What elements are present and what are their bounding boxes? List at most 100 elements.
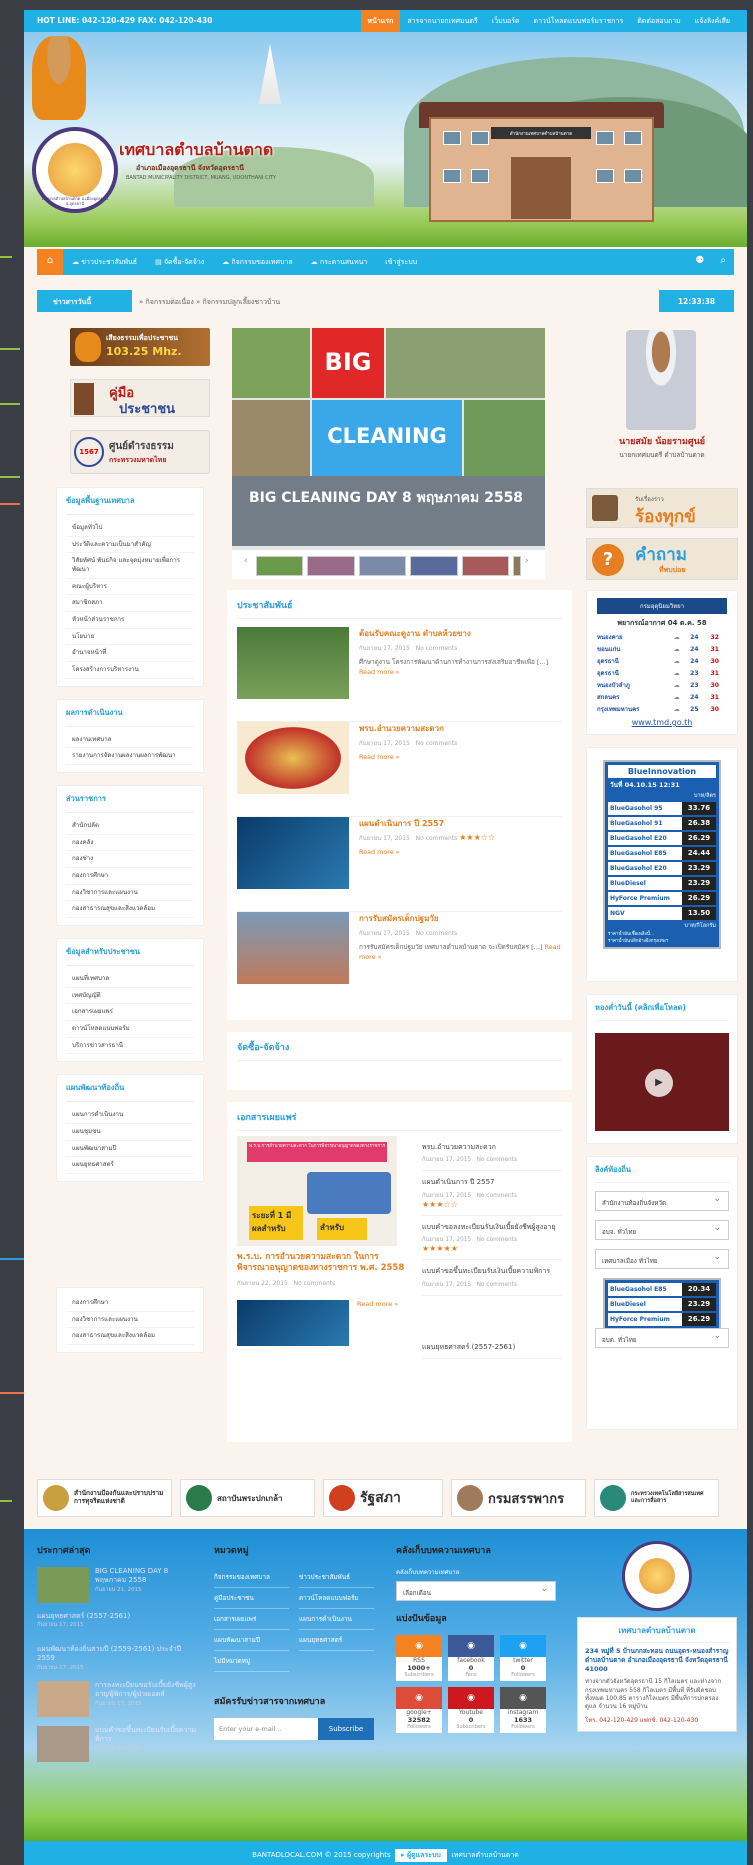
link-select-pao[interactable]: อบจ. ทั่วไทย	[595, 1220, 729, 1240]
nav-login[interactable]: เข้าสู่ระบบ	[376, 249, 426, 275]
category-link[interactable]: กิจกรรมของเทศบาล	[214, 1567, 289, 1588]
social-instagram[interactable]: ◉ instagram 1633 Followers	[500, 1687, 546, 1733]
list-item[interactable]: กองคลัง	[66, 835, 194, 852]
list-item[interactable]: แผนการดำเนินงาน	[66, 1107, 194, 1125]
slider-thumb[interactable]	[256, 556, 304, 576]
faq-banner[interactable]: ? คำถาม ที่พบบ่อย	[586, 538, 738, 580]
slider-thumb[interactable]	[513, 556, 522, 576]
list-item[interactable]: กองสาธารณสุขและสิ่งแวดล้อม	[66, 1328, 194, 1346]
list-item[interactable]: กองการศึกษา	[66, 1295, 194, 1312]
post-thumbnail[interactable]	[237, 722, 349, 794]
list-item[interactable]: แบบคำขอขึ้นทะเบียนรับเบี้ยความพิการ กันยา…	[37, 1725, 197, 1762]
top-menu-home[interactable]: หน้าแรก	[360, 10, 401, 32]
video-player[interactable]: ▶	[595, 1033, 729, 1131]
chevron-left-icon[interactable]: ‹	[244, 556, 252, 576]
list-item[interactable]: แผนชุมชน	[66, 1124, 194, 1141]
top-menu-webboard[interactable]: เว็บบอร์ด	[485, 10, 527, 32]
partner-ict[interactable]: กระทรวงเทคโนโลยีสารสนเทศและการสื่อสาร	[594, 1479, 719, 1517]
list-item[interactable]: กองวิชาการและแผนงาน	[66, 1312, 194, 1329]
list-item[interactable]: สมาชิกสภา	[66, 595, 194, 613]
document-title[interactable]: พ.ร.บ. การอำนวยความสะดวก ในการพิจารณาอนุ…	[237, 1252, 407, 1274]
nav-forum[interactable]: ☁ กระดานสนทนา	[302, 249, 377, 275]
list-item[interactable]: แผนยุทธศาสตร์ (2557-2561) กันยายน 17, 201…	[37, 1612, 197, 1636]
top-menu-mayor-message[interactable]: สารจากนายกเทศมนตรี	[400, 10, 484, 32]
list-item[interactable]: แผนดำเนินการ ปี 2557 กันยายน 17, 2015 No …	[422, 1171, 562, 1216]
list-item[interactable]: แผนพัฒนาท้องถิ่นสามปี (2559-2561) ประจำป…	[37, 1645, 197, 1672]
search-icon[interactable]: ⌕	[712, 249, 734, 275]
partner-nacc[interactable]: สำนักงานป้องกันและปราบปราม การทุจริตแห่ง…	[37, 1479, 172, 1517]
admin-button[interactable]: ▸ ผู้ดูแลระบบ	[395, 1849, 447, 1862]
list-item[interactable]: กองสาธารณสุขและสิ่งแวดล้อม	[66, 901, 194, 919]
list-item[interactable]: แผนที่เทศบาล	[66, 971, 194, 988]
archive-select[interactable]: เลือกเดือน	[396, 1581, 556, 1601]
weather-link[interactable]: www.tmd.go.th	[595, 718, 729, 727]
nav-news[interactable]: ☁ ข่าวประชาสัมพันธ์	[63, 249, 146, 275]
slider-thumb[interactable]	[307, 556, 355, 576]
slider-thumb[interactable]	[461, 556, 510, 576]
list-item[interactable]: แผนยุทธศาสตร์	[66, 1157, 194, 1175]
partner-kpi[interactable]: สถาบันพระปกเกล้า	[180, 1479, 315, 1517]
category-link[interactable]: แผนพัฒนาสามปี	[214, 1630, 289, 1651]
category-link[interactable]: ไม่มีหมวดหมู่	[214, 1651, 289, 1672]
list-item[interactable]: กองช่าง	[66, 851, 194, 869]
user-icon[interactable]: ⚉	[687, 249, 712, 275]
read-more-link[interactable]: Read more »	[357, 1300, 398, 1346]
play-icon[interactable]: ▶	[645, 1069, 673, 1097]
category-link[interactable]: เอกสารเผยแพร่	[214, 1609, 289, 1630]
list-item[interactable]: หัวหน้าส่วนราชการ	[66, 612, 194, 629]
post-thumbnail[interactable]	[237, 817, 349, 889]
nav-activities[interactable]: ☁ กิจกรรมของเทศบาล	[213, 249, 301, 275]
top-menu-contact[interactable]: ติดต่อสอบถาม	[630, 10, 688, 32]
ticker-text[interactable]: » กิจกรรมต่อเนื่อง » กิจกรรมปลูกเลี้ยงชา…	[139, 297, 280, 308]
category-link[interactable]: ดาวน์โหลดแบบฟอร์ม	[299, 1588, 374, 1609]
category-link[interactable]: แผนยุทธศาสตร์	[299, 1630, 374, 1651]
post-title[interactable]: ต้อนรับคณะดูงาน ตำบลห้วยขาง	[359, 627, 562, 640]
list-item[interactable]: แบบคำขอขึ้นทะเบียนรับเงินเบี้ยความพิการก…	[422, 1260, 562, 1296]
post-thumbnail[interactable]	[237, 912, 349, 984]
list-item[interactable]: วิสัยทัศน์ พันธกิจ และจุดมุ่งหมายเพื่อกา…	[66, 553, 194, 579]
list-item[interactable]: การลงทะเบียนขอรับเบี้ยยังชีพผู้สูงอายุ/ผ…	[37, 1680, 197, 1717]
top-menu-download-forms[interactable]: ดาวน์โหลดแบบฟอร์มราชการ	[527, 10, 631, 32]
slider-caption[interactable]: BIG CLEANING DAY 8 พฤษภาคม 2558	[232, 476, 545, 546]
nav-home-button[interactable]: ⌂	[37, 249, 63, 275]
nav-procurement[interactable]: ▤ จัดซื้อ-จัดจ้าง	[146, 249, 213, 275]
subscribe-button[interactable]: Subscribe	[318, 1718, 374, 1740]
read-more-link[interactable]: Read more »	[359, 848, 400, 856]
social-rss[interactable]: ◉ RSS 1000+ Subscribers	[396, 1635, 442, 1681]
list-item[interactable]: โครงสร้างการบริหารงาน	[66, 662, 194, 679]
list-item[interactable]: นโยบาย	[66, 629, 194, 646]
post-thumbnail[interactable]	[237, 627, 349, 699]
social-facebook[interactable]: ◉ facebook 0 Fans	[448, 1635, 494, 1681]
list-item[interactable]: เทศบัญญัติ	[66, 988, 194, 1005]
social-youtube[interactable]: ◉ Youtube 0 Subscribers	[448, 1687, 494, 1733]
list-item[interactable]: รายงานการจัดงานผลงานผลการพัฒนา	[66, 748, 194, 766]
list-item[interactable]: ประวัติและความเป็นมาสำคัญ	[66, 537, 194, 554]
list-item[interactable]: คณะผู้บริหาร	[66, 579, 194, 596]
link-select-tao[interactable]: อบต. ทั่วไทย	[595, 1328, 729, 1348]
document-image[interactable]: พ.ร.บ.การอำนวยความสะดวก ในการพิจารณาอนุญ…	[237, 1136, 397, 1246]
list-item[interactable]: สำนักปลัด	[66, 818, 194, 835]
damrongdhamma-banner[interactable]: 1567 ศูนย์ดำรงธรรม กระทรวงมหาดไทย	[70, 430, 210, 474]
list-item[interactable]: แบบคำขอลงทะเบียนรับเงินเบี้ยยังชีพผู้สูง…	[422, 1216, 562, 1261]
list-item[interactable]: กองวิชาการและแผนงาน	[66, 885, 194, 902]
list-item[interactable]: ผลงานเทศบาล	[66, 732, 194, 749]
category-link[interactable]: แผนการดำเนินงาน	[299, 1609, 374, 1630]
link-select-municipality[interactable]: เทศบาลเมือง ทั่วไทย	[595, 1249, 729, 1269]
link-select-provincial[interactable]: สำนักงานท้องถิ่นจังหวัด	[595, 1191, 729, 1211]
radio-banner[interactable]: เสียงธรรมเพื่อประชาชน 103.25 Mhz.	[70, 328, 210, 366]
read-more-link[interactable]: Read more »	[359, 753, 400, 761]
list-item[interactable]: แผนยุทธศาสตร์ (2557-2561)	[422, 1336, 562, 1360]
post-title[interactable]: การรับสมัครเด็กปฐมวัย	[359, 912, 562, 925]
list-item[interactable]: ข้อมูลทั่วไป	[66, 520, 194, 537]
citizen-manual-banner[interactable]: คู่มือ ประชาชน	[70, 379, 210, 417]
list-item[interactable]: พรบ.อำนวยความสะดวก กันยายน 17, 2015 No co…	[422, 1136, 562, 1172]
list-item[interactable]: เอกสารเผยแพร่	[66, 1004, 194, 1022]
partner-revenue[interactable]: กรมสรรพากร	[451, 1479, 586, 1517]
social-googleplus[interactable]: ◉ google+ 32582 Followers	[396, 1687, 442, 1733]
list-item[interactable]: ดาวน์โหลดแบบฟอร์ม	[66, 1021, 194, 1038]
category-link[interactable]: คู่มือประชาชน	[214, 1588, 289, 1609]
email-input[interactable]: Enter your e-mail ..	[214, 1718, 318, 1740]
top-menu-report-link[interactable]: แจ้งลิงค์เสีย	[688, 10, 737, 32]
slider-thumb[interactable]	[410, 556, 458, 576]
list-item[interactable]: แผนพัฒนาสามปี	[66, 1141, 194, 1158]
